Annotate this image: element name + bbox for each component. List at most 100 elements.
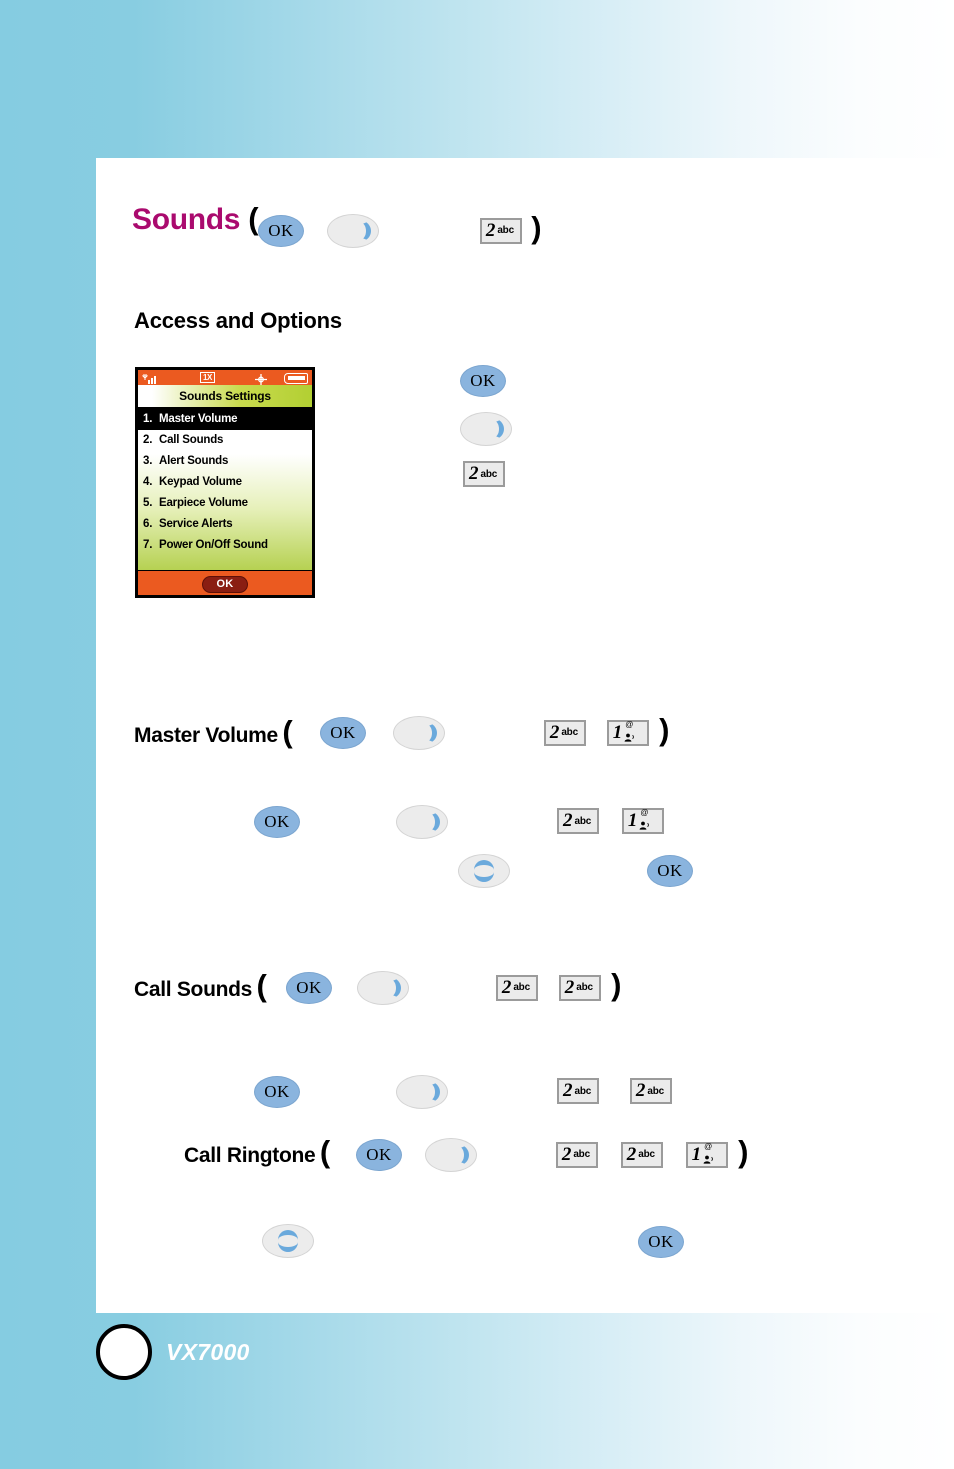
list-item-number: 4. — [143, 476, 153, 488]
ok-key-icon[interactable]: OK — [638, 1226, 684, 1258]
sounds-key-sequence: OK 2 abc ) — [258, 209, 542, 248]
list-item-label: Power On/Off Sound — [159, 539, 268, 551]
phone-softkey-bar: OK — [138, 570, 312, 595]
list-item[interactable]: 2. Call Sounds — [138, 430, 312, 451]
list-item-label: Earpiece Volume — [159, 497, 248, 509]
access-ok-key: OK — [460, 365, 506, 397]
call-sounds-heading-row: Call Sounds ( — [134, 970, 267, 1002]
keypad-1-voicemail-key-icon[interactable]: 1 @ — [621, 808, 664, 834]
list-item-number: 6. — [143, 518, 153, 530]
list-item-number: 3. — [143, 455, 153, 467]
device-model-label: VX7000 — [166, 1339, 250, 1365]
keypad-2-key-icon[interactable]: 2 abc — [495, 974, 538, 1001]
ok-key-icon[interactable]: OK — [286, 971, 332, 1004]
list-item[interactable]: 5. Earpiece Volume — [138, 493, 312, 514]
section-title-text: Sounds — [132, 203, 241, 236]
key-letters: abc — [574, 815, 592, 827]
list-item[interactable]: 7. Power On/Off Sound — [138, 535, 312, 556]
key-digit: 2 — [485, 219, 496, 241]
call-sounds-label: Call Sounds — [134, 978, 253, 1001]
sequence-close-paren: ) — [738, 1134, 749, 1169]
list-item-label: Service Alerts — [159, 518, 233, 530]
call-ringtone-heading-row: Call Ringtone ( — [184, 1136, 330, 1168]
subsection-heading-access-and-options: Access and Options — [134, 308, 342, 333]
keypad-2-key-icon[interactable]: 2 abc — [543, 719, 586, 746]
keypad-2-key-icon[interactable]: 2 abc — [629, 1078, 672, 1104]
keypad-2-key-icon[interactable]: 2 abc — [555, 1141, 598, 1168]
list-item-label: Call Sounds — [159, 434, 224, 446]
keypad-2-key-icon[interactable]: 2 abc — [463, 461, 505, 487]
ok-key-icon[interactable]: OK — [254, 806, 300, 838]
list-item[interactable]: 1. Master Volume — [138, 409, 312, 430]
keypad-1-voicemail-key-icon[interactable]: 1 @ — [606, 719, 649, 746]
master-volume-heading-row: Master Volume ( — [134, 716, 293, 748]
ok-key-icon[interactable]: OK — [320, 716, 366, 749]
key-letters: abc — [497, 225, 514, 237]
page-number-badge — [96, 1324, 152, 1380]
call-ringtone-step-updown — [262, 1224, 314, 1258]
call-sounds-step-ok: OK — [254, 1076, 300, 1108]
network-1x-indicator: 1X — [200, 372, 215, 383]
master-volume-key-sequence: OK 2 abc 1 @ ) — [320, 711, 670, 750]
keypad-2-key-icon[interactable]: 2 abc — [620, 1141, 663, 1168]
down-arc-icon — [278, 1240, 298, 1252]
key-letters: abc — [647, 1085, 665, 1097]
list-item-label: Master Volume — [159, 413, 238, 425]
list-item-number: 7. — [143, 539, 153, 551]
voicemail-icon: @ — [624, 719, 637, 744]
ok-key-icon[interactable]: OK — [356, 1138, 402, 1171]
right-arc-icon — [425, 722, 437, 744]
call-sounds-step-nav — [396, 1075, 448, 1109]
key-digit: 1 — [627, 810, 638, 831]
nav-right-key-icon[interactable] — [424, 1137, 477, 1172]
sequence-open-paren: ( — [256, 968, 267, 1003]
sequence-open-paren: ( — [248, 201, 259, 236]
master-volume-step-updown — [458, 854, 510, 888]
keypad-2-key-icon[interactable]: 2 abc — [557, 1078, 599, 1104]
ok-key-icon[interactable]: OK — [258, 214, 304, 247]
at-symbol: @ — [625, 719, 634, 729]
nav-up-down-key-icon[interactable] — [262, 1224, 314, 1258]
list-item-label: Alert Sounds — [159, 455, 229, 467]
keypad-2-key-icon[interactable]: 2 abc — [479, 217, 522, 244]
list-item[interactable]: 4. Keypad Volume — [138, 472, 312, 493]
keypad-2-key-icon[interactable]: 2 abc — [557, 808, 599, 834]
list-item-number: 5. — [143, 497, 153, 509]
call-ringtone-key-sequence: OK 2 abc 2 abc 1 @ ) — [356, 1133, 748, 1172]
call-sounds-key-sequence: OK 2 abc 2 abc ) — [286, 966, 622, 1005]
nav-right-key-icon[interactable] — [326, 213, 379, 248]
ok-key-icon[interactable]: OK — [254, 1076, 300, 1108]
nav-right-key-icon[interactable] — [356, 970, 409, 1005]
nav-right-key-icon[interactable] — [460, 412, 512, 446]
nav-right-key-icon[interactable] — [396, 805, 448, 839]
ok-key-icon[interactable]: OK — [460, 365, 506, 397]
access-nav-key — [460, 412, 512, 446]
keypad-2-key-icon[interactable]: 2 abc — [558, 974, 601, 1001]
phone-softkey-ok[interactable]: OK — [202, 576, 248, 593]
nav-right-key-icon[interactable] — [392, 715, 445, 750]
list-item[interactable]: 3. Alert Sounds — [138, 451, 312, 472]
key-digit: 2 — [469, 463, 479, 484]
key-digit: 2 — [635, 1080, 646, 1101]
keypad-1-voicemail-key-icon[interactable]: 1 @ — [685, 1141, 728, 1168]
key-letters: abc — [574, 1085, 592, 1097]
key-digit: 2 — [501, 976, 512, 998]
ok-key-icon[interactable]: OK — [647, 855, 693, 887]
phone-menu-list: 1. Master Volume 2. Call Sounds 3. Alert So… — [138, 409, 312, 570]
nav-up-down-key-icon[interactable] — [458, 854, 510, 888]
key-digit: 2 — [549, 721, 560, 743]
call-sounds-step-keys: 2 abc 2 abc — [557, 1078, 672, 1104]
key-digit: 2 — [561, 1143, 572, 1165]
content-panel: Sounds ( OK 2 abc ) Access and Options 1X — [96, 158, 954, 1313]
nav-right-key-icon[interactable] — [396, 1075, 448, 1109]
key-digit: 1 — [691, 1143, 702, 1165]
at-symbol: @ — [704, 1141, 713, 1151]
section-heading-sounds: Sounds ( — [132, 201, 259, 237]
down-arc-icon — [474, 870, 494, 882]
battery-icon — [284, 373, 308, 384]
list-item-number: 1. — [143, 413, 153, 425]
right-arc-icon — [457, 1144, 469, 1166]
list-item[interactable]: 6. Service Alerts — [138, 514, 312, 535]
key-letters: abc — [573, 1149, 590, 1161]
master-volume-step-nav — [396, 805, 448, 839]
